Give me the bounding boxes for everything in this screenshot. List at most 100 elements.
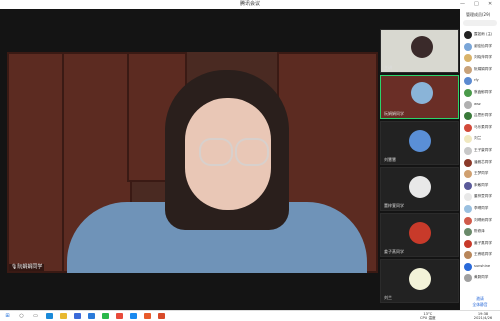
avatar: [464, 239, 472, 248]
search-icon[interactable]: ○: [18, 313, 25, 319]
participant-name: 刘晓萍同学: [474, 55, 492, 60]
participant-name: wsz: [474, 101, 481, 106]
bookshelf-left: [7, 52, 67, 273]
participant-row[interactable]: 潘雅芯同学: [460, 157, 500, 169]
participant-row[interactable]: 王子豪同学: [460, 145, 500, 157]
edge-icon[interactable]: [46, 313, 53, 319]
thumbnail-participant[interactable]: 董梓萱同学: [380, 167, 459, 211]
participant-row[interactable]: wsz: [460, 99, 500, 111]
avatar: [409, 222, 431, 244]
tray-text: CPU 温度: [420, 316, 436, 320]
avatar: [464, 123, 472, 132]
participant-name: sunshine: [474, 263, 491, 268]
avatar: [464, 100, 472, 109]
avatar: [464, 77, 472, 86]
thumbnail-label: 姜子蒸同学: [384, 249, 404, 254]
participant-name: 刘晴雨同学: [474, 217, 492, 222]
participant-row[interactable]: 陈修泽: [460, 226, 500, 238]
thumbnail-active-speaker[interactable]: 阮娟娟同学: [380, 75, 459, 119]
maximize-button[interactable]: □: [474, 1, 479, 8]
thumbnail-label: 刘慧慧: [384, 157, 396, 162]
avatar: [464, 31, 472, 39]
participant-name: 王子豪同学: [474, 147, 492, 152]
avatar: [464, 88, 472, 97]
host-video: [411, 36, 433, 58]
store-icon[interactable]: [74, 313, 81, 319]
thumbnail-host[interactable]: 主讲: [380, 29, 459, 73]
participant-row[interactable]: 刘晴雨同学: [460, 215, 500, 227]
title-bar: 腾讯会议 — □ ✕: [0, 0, 500, 9]
thumbnail-label: 刘兰: [384, 295, 392, 300]
avatar: [409, 130, 431, 152]
speaker-name: 🎙阮娟娟同学: [9, 264, 45, 271]
participant-row[interactable]: 阮娟娟同学: [460, 64, 500, 76]
avatar: [409, 268, 431, 290]
minimize-button[interactable]: —: [460, 1, 465, 8]
powerpoint-icon[interactable]: [158, 313, 165, 319]
participant-row[interactable]: 刘晓萍同学: [460, 52, 500, 64]
participant-panel-title: 管理成员(29): [466, 12, 491, 17]
glasses-right: [235, 138, 269, 166]
task-view-icon[interactable]: ▭: [32, 313, 39, 319]
thumbnail-participant[interactable]: 刘慧慧: [380, 121, 459, 165]
participant-row[interactable]: 姜子蒸同学: [460, 238, 500, 250]
participant-row[interactable]: 董梓萱同学: [460, 191, 500, 203]
window-title: 腾讯会议: [239, 1, 260, 7]
thumbnail-label: 主讲: [384, 65, 392, 70]
participant-row[interactable]: 蔡鑫郁同学: [460, 87, 500, 99]
avatar: [464, 158, 472, 167]
participant-row[interactable]: 朱敏同学: [460, 180, 500, 192]
participant-name: 黄蔚同学: [474, 275, 489, 280]
participant-name: 谢佳怡同学: [474, 43, 492, 48]
participant-row[interactable]: 刘兰: [460, 133, 500, 145]
participant-row[interactable]: sunshine: [460, 261, 500, 273]
close-button[interactable]: ✕: [488, 1, 492, 8]
thumbnail-participant[interactable]: 姜子蒸同学: [380, 213, 459, 257]
avatar: [464, 193, 472, 202]
clock[interactable]: 19:38 2021/4/26: [468, 312, 498, 320]
date-text: 2021/4/26: [473, 316, 493, 320]
participant-name: 蔡鑫郁同学: [474, 89, 492, 94]
tencent-meeting-icon[interactable]: [130, 313, 137, 319]
participant-search-input[interactable]: [463, 20, 497, 26]
avatar: [464, 146, 472, 155]
avatar: [464, 204, 472, 213]
participant-name: 姜子蒸同学: [474, 240, 492, 245]
participant-row[interactable]: 吕思彤同学: [460, 110, 500, 122]
participant-name: 潘雅芯同学: [474, 159, 492, 164]
chrome-icon[interactable]: [116, 313, 123, 319]
avatar: [464, 65, 472, 74]
participant-row[interactable]: 王梦同学: [460, 168, 500, 180]
participant-row[interactable]: 谢佳怡同学: [460, 41, 500, 53]
avatar: [464, 54, 472, 63]
tray-status: 13°C CPU 温度: [420, 312, 436, 320]
mail-icon[interactable]: [88, 313, 95, 319]
participant-name: 董梓萱同学: [474, 194, 492, 199]
avatar: [464, 228, 472, 237]
participant-name: rfy: [474, 78, 479, 83]
avatar: [464, 262, 472, 271]
glasses-left: [199, 138, 233, 166]
participant-row[interactable]: rfy: [460, 75, 500, 87]
office-icon[interactable]: [144, 313, 151, 319]
windows-start-icon[interactable]: ⊞: [4, 313, 11, 319]
active-speaker-video[interactable]: 🎙阮娟娟同学: [7, 52, 378, 273]
participant-row[interactable]: 王睿晗同学: [460, 249, 500, 261]
explorer-icon[interactable]: [60, 313, 67, 319]
avatar: [464, 216, 472, 225]
avatar: [464, 42, 472, 51]
mute-all-button[interactable]: 全体静音: [460, 302, 500, 308]
participant-name: 刘兰: [474, 136, 482, 141]
participant-name: 马乐柔同学: [474, 124, 492, 129]
participant-panel: 管理成员(29) 露如雨 (主) 谢佳怡同学刘晓萍同学阮娟娟同学 rfy 蔡鑫郁同学 w…: [460, 9, 500, 310]
participant-row[interactable]: 露如雨 (主): [460, 29, 500, 41]
thumbnail-label: 阮娟娟同学: [384, 111, 404, 116]
participant-name: 陈修泽: [474, 229, 485, 234]
thumbnail-participant[interactable]: 刘兰: [380, 259, 459, 303]
participant-row[interactable]: 马乐柔同学: [460, 122, 500, 134]
participant-row[interactable]: 李晴同学: [460, 203, 500, 215]
participant-row[interactable]: 黄蔚同学: [460, 272, 500, 284]
participant-name: 王睿晗同学: [474, 252, 492, 257]
wechat-icon[interactable]: [102, 313, 109, 319]
avatar: [464, 170, 472, 179]
